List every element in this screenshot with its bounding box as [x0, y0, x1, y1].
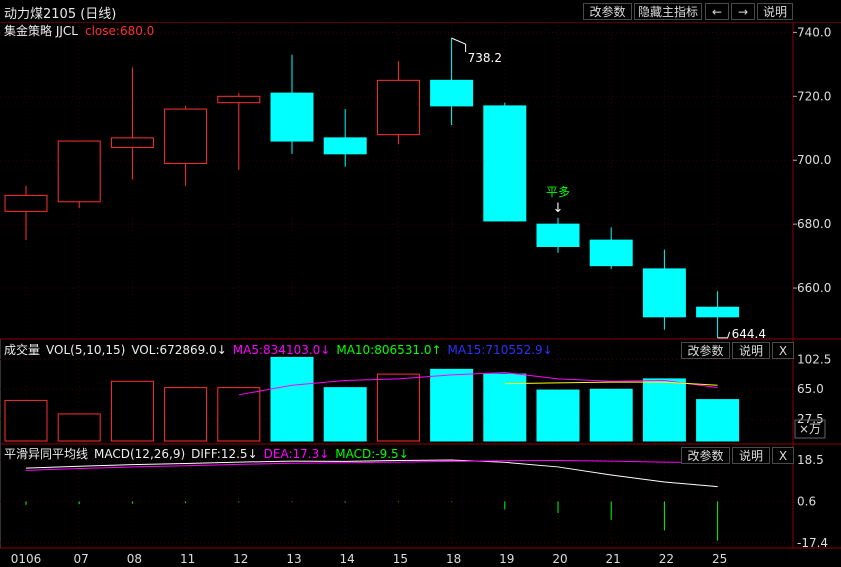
volume-bar[interactable]: [536, 389, 580, 442]
signal-arrow-icon: ↓: [553, 201, 564, 216]
candle-body[interactable]: [376, 79, 420, 136]
volume-bar[interactable]: [323, 387, 367, 442]
volume-y-tick-label: 65.0: [797, 382, 824, 396]
volume-ma5-label: MA5:834103.0↓: [233, 343, 331, 357]
volume-ma15-label: MA15:710552.9↓: [448, 343, 553, 357]
volume-bar[interactable]: [483, 373, 527, 442]
candle-body[interactable]: [430, 79, 474, 107]
macd-macd-label: MACD:-9.5↓: [335, 447, 408, 461]
volume-help-button[interactable]: 说明: [732, 342, 770, 359]
candle-body[interactable]: [696, 306, 740, 318]
candle-body[interactable]: [536, 223, 580, 248]
main-y-tick-label: 700.0: [797, 153, 831, 167]
macd-y-tick-label: -17.4: [797, 536, 828, 550]
volume-bar[interactable]: [164, 387, 208, 442]
high-marker: [451, 37, 467, 53]
candle-body[interactable]: [642, 268, 686, 318]
candle-body[interactable]: [57, 140, 101, 203]
candle-body[interactable]: [323, 137, 367, 155]
x-axis-label: 08: [127, 552, 142, 566]
main-y-tick-label: 740.0: [797, 25, 831, 39]
volume-y-tick-label: 102.5: [797, 352, 831, 366]
main-y-tick-label: 720.0: [797, 89, 831, 103]
volume-bar[interactable]: [589, 388, 633, 442]
x-axis-label: 21: [606, 552, 621, 566]
macd-diff-label: DIFF:12.5↓: [191, 447, 257, 461]
macd-y-tick-label: 18.5: [797, 453, 824, 467]
volume-bar[interactable]: [376, 373, 420, 442]
volume-bar[interactable]: [642, 378, 686, 442]
volume-ma10-label: MA10:806531.0↑: [336, 343, 441, 357]
macd-params-button[interactable]: 改参数: [681, 447, 730, 464]
volume-bar[interactable]: [110, 380, 154, 442]
candle-body[interactable]: [4, 194, 48, 212]
x-axis-label: 19: [499, 552, 514, 566]
volume-params-label: VOL(5,10,15): [46, 343, 125, 357]
volume-vol-label: VOL:672869.0↓: [131, 343, 226, 357]
volume-bar[interactable]: [270, 356, 314, 442]
macd-diff-line: [25, 459, 718, 488]
volume-bar[interactable]: [430, 368, 474, 442]
signal-label: 平多: [546, 185, 570, 199]
x-axis-label: 18: [446, 552, 461, 566]
x-axis-label: 14: [340, 552, 355, 566]
futures-chart-window: 动力煤2105 (日线) 改参数 隐藏主指标 ← → 说明 740.0 720.0…: [0, 0, 841, 567]
low-label: 644.4: [732, 327, 766, 341]
macd-params-label: MACD(12,26,9): [94, 447, 185, 461]
x-axis-label: 13: [286, 552, 301, 566]
volume-bar[interactable]: [57, 413, 101, 442]
main-y-tick-label: 680.0: [797, 217, 831, 231]
candle-body[interactable]: [164, 108, 208, 164]
x-axis-label: 11: [180, 552, 195, 566]
volume-bar[interactable]: [217, 387, 261, 442]
close-value: close:680.0: [85, 24, 154, 38]
candle-body[interactable]: [217, 95, 261, 104]
candle-body[interactable]: [589, 239, 633, 267]
volume-params-button[interactable]: 改参数: [681, 342, 730, 359]
x-axis-label: 25: [712, 552, 727, 566]
x-axis-label: 15: [393, 552, 408, 566]
x-axis-label: 0106: [11, 552, 42, 566]
x-axis-label: 12: [233, 552, 248, 566]
low-marker: [717, 331, 731, 339]
macd-help-button[interactable]: 说明: [732, 447, 770, 464]
high-label: 738.2: [468, 51, 502, 65]
macd-dea-line: [25, 459, 718, 471]
candle-body[interactable]: [483, 105, 527, 222]
candle-body[interactable]: [110, 137, 154, 148]
volume-bar[interactable]: [4, 399, 48, 442]
macd-y-tick-label: 0.6: [797, 494, 816, 508]
volume-close-icon[interactable]: X: [772, 342, 794, 359]
main-y-tick-label: 660.0: [797, 281, 831, 295]
volume-unit-label: ×万: [799, 422, 821, 436]
macd-name-label: 平滑异同平均线: [4, 447, 88, 461]
volume-name-label: 成交量: [4, 342, 40, 357]
macd-dea-label: DEA:17.3↓: [264, 447, 330, 461]
x-axis-label: 22: [659, 552, 674, 566]
x-axis-label: 07: [74, 552, 89, 566]
strategy-name: 集金策略 JJCL: [4, 23, 78, 38]
candle-body[interactable]: [270, 92, 314, 142]
chart-canvas[interactable]: 740.0 720.0 700.0 680.0 660.0 集金策略 JJCL close:…: [0, 0, 841, 567]
macd-close-icon[interactable]: X: [772, 447, 794, 464]
volume-bar[interactable]: [696, 399, 740, 442]
x-axis-label: 20: [552, 552, 567, 566]
